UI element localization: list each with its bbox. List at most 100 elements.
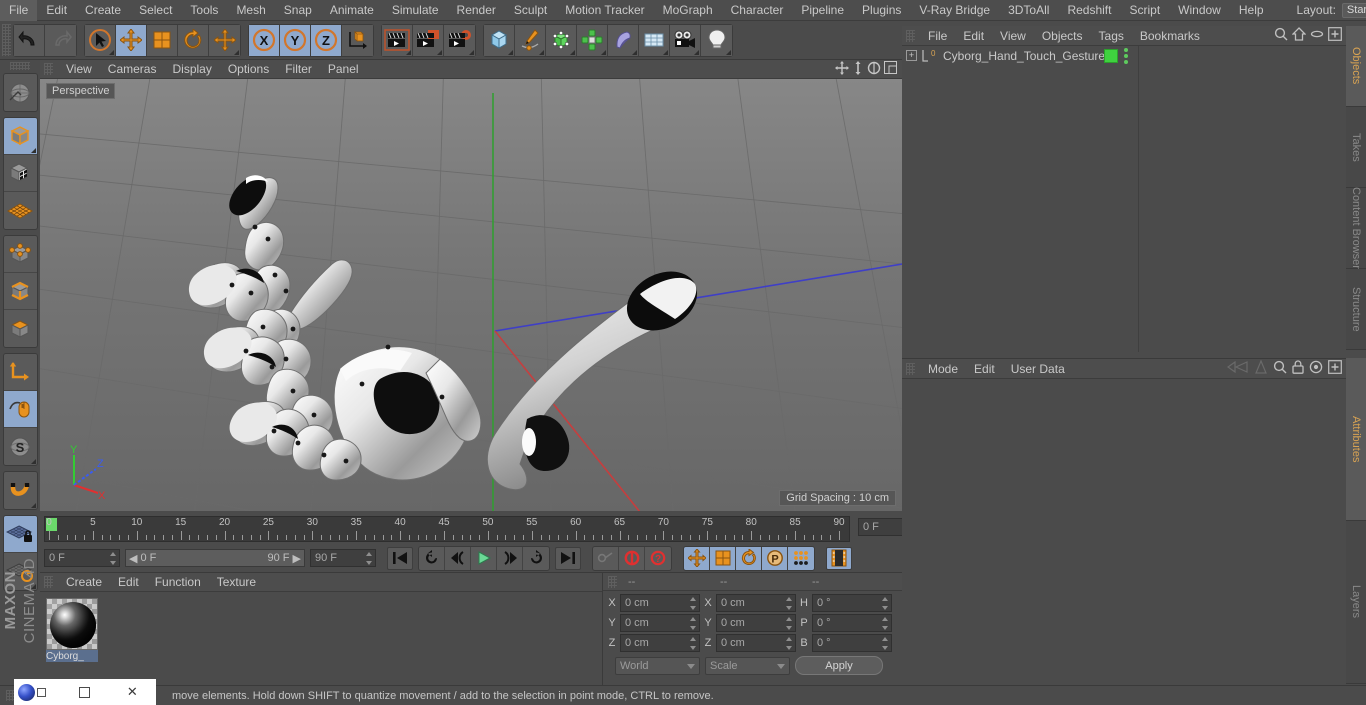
- size-z-field[interactable]: 0 cm: [716, 634, 796, 652]
- size-x-field[interactable]: 0 cm: [716, 594, 796, 612]
- undo-button[interactable]: [14, 24, 45, 56]
- stepper-icon[interactable]: [689, 637, 696, 650]
- menu-item-script[interactable]: Script: [1120, 0, 1169, 21]
- object-manager-grip[interactable]: [906, 29, 915, 42]
- position-key-button[interactable]: [684, 546, 710, 570]
- left-toolbar-grip[interactable]: [10, 62, 30, 70]
- menu-item-motion-tracker[interactable]: Motion Tracker: [556, 0, 653, 21]
- enable-snapping-button[interactable]: [3, 391, 37, 428]
- material-menu-edit[interactable]: Edit: [110, 573, 147, 592]
- stepper-icon[interactable]: [881, 617, 888, 630]
- tab-attributes[interactable]: Attributes: [1346, 358, 1366, 521]
- move-tool-button[interactable]: [116, 24, 147, 56]
- redo-button[interactable]: [45, 24, 76, 56]
- add-cube-button[interactable]: [484, 24, 515, 56]
- object-menu-view[interactable]: View: [992, 26, 1034, 46]
- menu-item-help[interactable]: Help: [1230, 0, 1273, 21]
- lock-icon[interactable]: [1292, 360, 1304, 377]
- coordinates-grip[interactable]: [608, 575, 617, 588]
- edges-mode-button[interactable]: [3, 273, 37, 310]
- target-icon[interactable]: [1309, 360, 1323, 377]
- search-icon[interactable]: [1274, 27, 1288, 44]
- menu-item-sculpt[interactable]: Sculpt: [505, 0, 556, 21]
- transform-mode-dropdown[interactable]: Scale: [705, 656, 790, 675]
- render-to-picture-viewer-button[interactable]: [413, 24, 444, 56]
- polygons-mode-button[interactable]: [3, 310, 37, 347]
- current-frame-field[interactable]: 0 F: [44, 549, 120, 567]
- viewport-grip[interactable]: [44, 63, 53, 75]
- menu-item-3dtoall[interactable]: 3DToAll: [999, 0, 1058, 21]
- stepper-icon[interactable]: [785, 597, 792, 610]
- object-dots-icon[interactable]: [1124, 47, 1128, 64]
- material-item[interactable]: Cyborg_: [46, 598, 100, 662]
- tab-objects[interactable]: Objects: [1346, 26, 1366, 107]
- menu-item-animate[interactable]: Animate: [321, 0, 383, 21]
- y-axis-lock-button[interactable]: Y: [280, 24, 311, 56]
- viewport-menu-cameras[interactable]: Cameras: [100, 60, 165, 79]
- viewport-menu-view[interactable]: View: [58, 60, 100, 79]
- x-axis-lock-button[interactable]: X: [249, 24, 280, 56]
- add-light-button[interactable]: [701, 24, 732, 56]
- rotation-key-button[interactable]: [736, 546, 762, 570]
- object-menu-objects[interactable]: Objects: [1034, 26, 1091, 46]
- add-cloner-button[interactable]: [577, 24, 608, 56]
- material-grip[interactable]: [44, 576, 53, 588]
- menu-item-mograph[interactable]: MoGraph: [654, 0, 722, 21]
- coord-system-dropdown[interactable]: World: [615, 656, 700, 675]
- tab-layers[interactable]: Layers: [1346, 521, 1366, 684]
- object-menu-file[interactable]: File: [920, 26, 955, 46]
- texture-mode-button[interactable]: [3, 155, 37, 192]
- add-camera-button[interactable]: [670, 24, 701, 56]
- world-axis-button[interactable]: [342, 24, 373, 56]
- rotation-h-field[interactable]: 0 °: [812, 594, 892, 612]
- position-x-field[interactable]: 0 cm: [620, 594, 700, 612]
- object-menu-edit[interactable]: Edit: [955, 26, 992, 46]
- position-y-field[interactable]: 0 cm: [620, 614, 700, 632]
- zoom-icon[interactable]: [852, 60, 864, 78]
- loop-forward-button[interactable]: [523, 546, 549, 570]
- material-list[interactable]: Cyborg_: [40, 592, 602, 662]
- object-menu-bookmarks[interactable]: Bookmarks: [1132, 26, 1208, 46]
- go-to-start-button[interactable]: [387, 546, 413, 570]
- go-to-end-button[interactable]: [555, 546, 581, 570]
- menu-item-simulate[interactable]: Simulate: [383, 0, 448, 21]
- viewport-menu-options[interactable]: Options: [220, 60, 277, 79]
- object-menu-tags[interactable]: Tags: [1091, 26, 1132, 46]
- back-nav-icon[interactable]: [1226, 360, 1249, 376]
- points-mode-button[interactable]: [3, 236, 37, 273]
- render-view-button[interactable]: [382, 24, 413, 56]
- object-manager-tree[interactable]: +0 Cyborg_Hand_Touch_Gesture: [902, 46, 1346, 352]
- timeline-range-scrubber[interactable]: ◀ 0 F 90 F ▶: [125, 549, 305, 567]
- attributes-menu-mode[interactable]: Mode: [920, 359, 966, 379]
- stepper-icon[interactable]: [689, 617, 696, 630]
- object-row[interactable]: +0 Cyborg_Hand_Touch_Gesture: [902, 46, 1346, 65]
- point-level-animation-button[interactable]: [788, 546, 814, 570]
- stepper-icon[interactable]: [785, 617, 792, 630]
- position-z-field[interactable]: 0 cm: [620, 634, 700, 652]
- stepper-icon[interactable]: [109, 552, 116, 565]
- menu-item-v-ray-bridge[interactable]: V-Ray Bridge: [910, 0, 999, 21]
- viewport-menu-panel[interactable]: Panel: [320, 60, 367, 79]
- scale-tool-button[interactable]: [147, 24, 178, 56]
- autokey-button[interactable]: [593, 546, 619, 570]
- layout-dropdown[interactable]: Startup: [1341, 2, 1366, 18]
- viewport-3d[interactable]: Perspective Y X Z Grid Spacing: 10 cm: [40, 79, 902, 511]
- menu-item-window[interactable]: Window: [1169, 0, 1230, 21]
- search-icon[interactable]: [1273, 360, 1287, 377]
- menu-item-render[interactable]: Render: [448, 0, 505, 21]
- timeline-filmstrip-button[interactable]: [826, 546, 852, 570]
- timeline-ruler[interactable]: 0 5 10 15 20 25 30 35 40 45 50 55 60 65 70 75 80 85 90: [44, 516, 850, 542]
- menu-item-pipeline[interactable]: Pipeline: [792, 0, 853, 21]
- record-active-objects-button[interactable]: [619, 546, 645, 570]
- minimize-window-button[interactable]: [61, 686, 108, 698]
- rotation-b-field[interactable]: 0 °: [812, 634, 892, 652]
- maximize-icon[interactable]: [884, 61, 897, 77]
- stepper-icon[interactable]: [785, 637, 792, 650]
- live-selection-button[interactable]: [85, 24, 116, 56]
- stepper-icon[interactable]: [689, 597, 696, 610]
- add-floor-button[interactable]: [639, 24, 670, 56]
- tab-structure[interactable]: Structure: [1346, 269, 1366, 350]
- menu-item-plugins[interactable]: Plugins: [853, 0, 910, 21]
- add-deformer-button[interactable]: [608, 24, 639, 56]
- add-layer-icon[interactable]: [1328, 27, 1342, 44]
